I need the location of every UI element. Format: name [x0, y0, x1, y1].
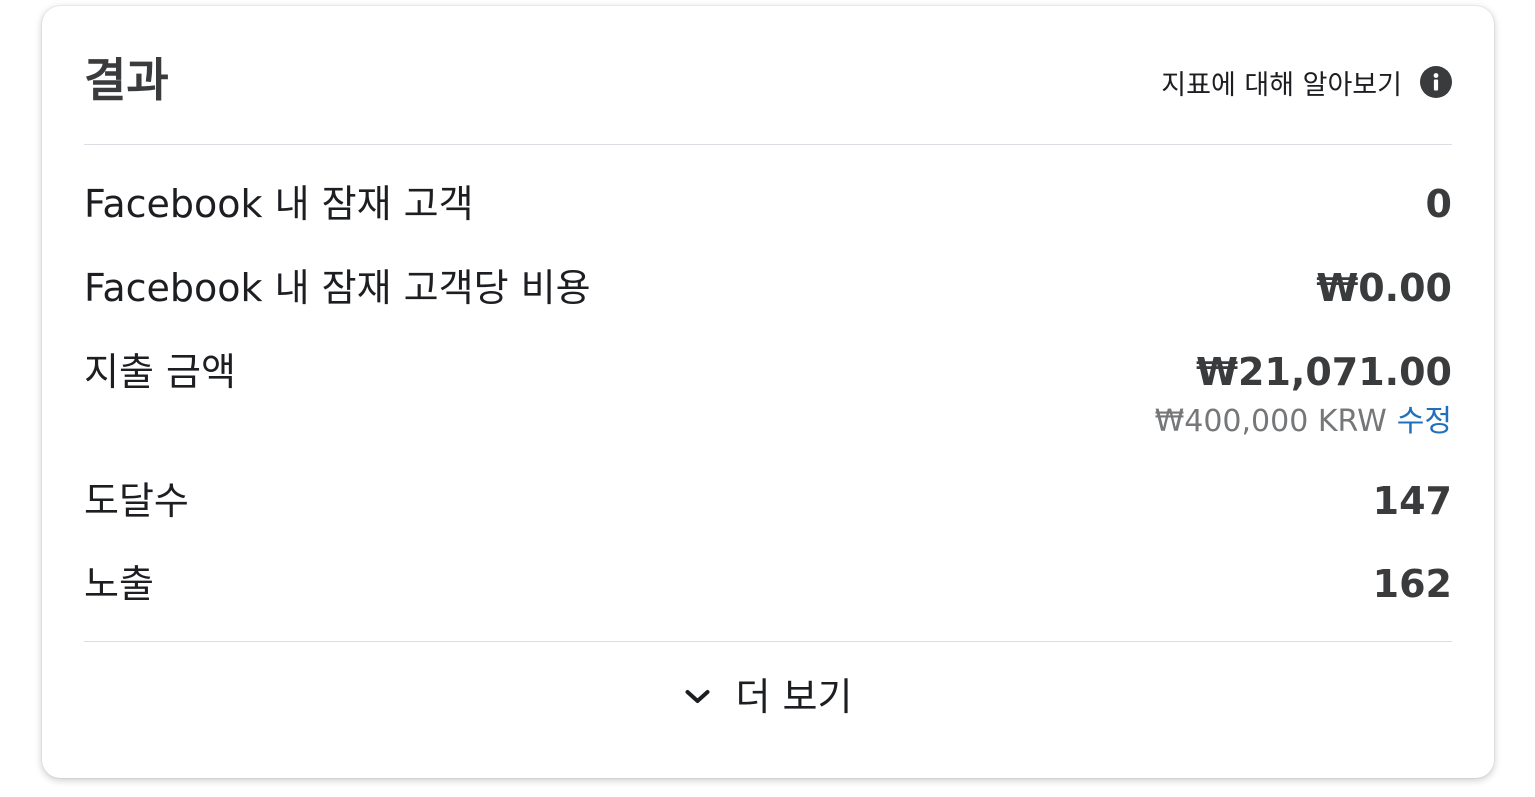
card-title: 결과 — [84, 53, 169, 107]
see-more-button[interactable]: 더 보기 — [684, 672, 853, 722]
card-footer: 더 보기 — [84, 641, 1452, 779]
metric-row-potential-customers: Facebook 내 잠재 고객 0 — [84, 179, 1452, 229]
see-more-label: 더 보기 — [735, 675, 853, 719]
metric-row-impressions: 노출 162 — [84, 559, 1452, 609]
metric-value: ₩0.00 — [1316, 266, 1452, 310]
edit-budget-link[interactable]: 수정 — [1397, 404, 1452, 439]
metric-label: Facebook 내 잠재 고객당 비용 — [84, 266, 591, 310]
metric-value: 0 — [1425, 182, 1452, 226]
budget-amount: ₩400,000 KRW — [1154, 404, 1387, 439]
metric-label: 도달수 — [84, 479, 189, 523]
metric-row-amount-spent: 지출 금액 ₩21,071.00 — [84, 347, 1452, 397]
learn-about-metrics-link[interactable]: 지표에 대해 알아보기 — [1161, 62, 1452, 102]
metric-label: Facebook 내 잠재 고객 — [84, 182, 474, 226]
metric-row-cost-per-customer: Facebook 내 잠재 고객당 비용 ₩0.00 — [84, 263, 1452, 313]
learn-about-metrics-label: 지표에 대해 알아보기 — [1161, 69, 1402, 101]
metric-label: 지출 금액 — [84, 350, 236, 394]
info-icon[interactable] — [1420, 66, 1452, 98]
card-header: 결과 지표에 대해 알아보기 — [84, 6, 1452, 145]
metric-value: 162 — [1372, 562, 1452, 606]
results-card: 결과 지표에 대해 알아보기 Facebook 내 잠재 고객 0 Facebo… — [42, 6, 1494, 778]
metric-value: 147 — [1372, 479, 1452, 523]
metric-row-reach: 도달수 147 — [84, 476, 1452, 526]
info-icon-glyph — [1433, 73, 1439, 91]
metric-value: ₩21,071.00 — [1196, 350, 1452, 394]
budget-line: ₩400,000 KRW 수정 — [1155, 402, 1452, 442]
metric-label: 노출 — [84, 562, 154, 606]
chevron-down-icon — [685, 690, 710, 703]
